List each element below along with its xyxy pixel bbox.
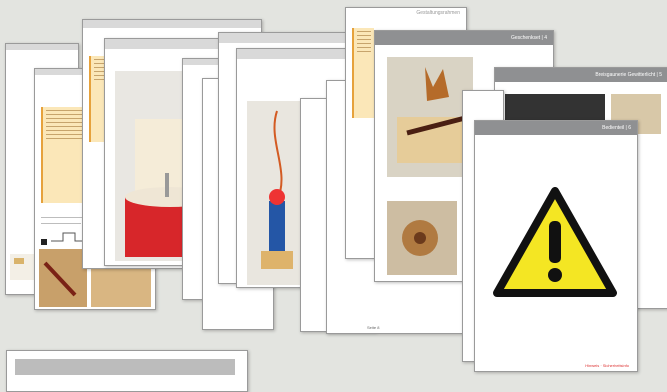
figure-photo [247,101,305,285]
center-footer: Seite 8 [367,325,380,330]
gear-page-header: Geschenkset | 4 [375,31,553,45]
warning-triangle-icon [493,187,617,297]
info-note [41,107,87,203]
warning-footer: Hinweis · Sicherheitsinfo [585,363,629,368]
symbol-page-header: Breisgaunerie Gewitterlicht | 5 [495,68,667,82]
warning-page-header: Bedienteil | 6 [475,121,637,135]
gear-photo [387,57,473,177]
top-right-header: Gestaltungsrahmen [346,8,466,18]
page-warning: Bedienteil | 6 Hinweis · Sicherheitsinfo [474,120,638,372]
page-bottom-left [6,350,248,392]
